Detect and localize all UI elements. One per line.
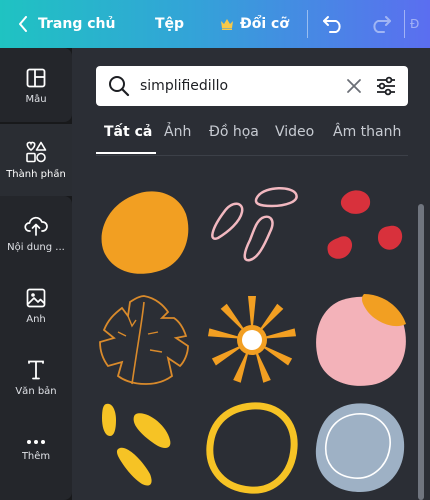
tab-audio[interactable]: Âm thanh: [333, 124, 401, 140]
graphic-pink-squiggles[interactable]: [204, 184, 300, 280]
search-bar: simplifiedillo: [96, 66, 408, 106]
pink-blob-shape: [316, 294, 406, 386]
orange-blob-shape: [101, 191, 189, 274]
undo-button[interactable]: [322, 0, 344, 48]
graphic-yellow-dashes[interactable]: [96, 400, 192, 496]
sidebar-item-text[interactable]: Văn bản: [0, 342, 72, 414]
tab-videos[interactable]: Video: [275, 124, 314, 140]
sidebar-item-more[interactable]: Thêm: [0, 414, 72, 486]
graphic-yellow-ring[interactable]: [204, 400, 300, 496]
pink-squiggles-shape: [211, 187, 298, 262]
sidebar-item-label: Thêm: [21, 450, 51, 462]
sidebar-item-photos[interactable]: Ảnh: [0, 270, 72, 342]
sidebar-item-label: Thành phần: [6, 168, 66, 180]
redo-button[interactable]: [370, 0, 392, 48]
graphic-monstera-leaf[interactable]: [96, 292, 192, 388]
graphic-red-dots[interactable]: [312, 184, 408, 280]
sidebar-item-label: Nội dung ...: [7, 241, 65, 253]
tab-graphics[interactable]: Đồ họa: [209, 124, 259, 140]
file-menu-button[interactable]: Tệp: [155, 0, 184, 48]
blue-grey-blob-shape: [315, 403, 405, 492]
search-icon: [109, 76, 130, 97]
tab-all[interactable]: Tất cả: [104, 124, 152, 140]
graphic-blue-grey-blob[interactable]: [312, 400, 408, 496]
graphic-orange-flower[interactable]: [204, 292, 300, 388]
upload-icon: [24, 216, 48, 236]
active-tab-indicator: [96, 152, 156, 154]
sidebar-item-label: Ảnh: [26, 313, 46, 325]
sidebar-item-label: Văn bản: [15, 385, 57, 397]
graphic-pink-blob[interactable]: [312, 292, 408, 388]
red-dots-shape: [327, 190, 403, 259]
filter-icon[interactable]: [376, 76, 396, 96]
topbar-divider: [404, 10, 405, 38]
yellow-ring-shape: [206, 402, 298, 494]
graphics-grid: [96, 184, 408, 500]
chevron-left-icon: [19, 16, 27, 32]
truncated-menu-button[interactable]: Đ: [410, 0, 419, 48]
tabs-divider: [96, 155, 408, 156]
resize-button[interactable]: Đổi cỡ: [220, 0, 289, 48]
sidebar: Mẫu Thành phần Nội dung ... Ảnh Văn bản: [0, 48, 72, 500]
sidebar-item-uploads[interactable]: Nội dung ...: [0, 198, 72, 270]
home-label: Trang chủ: [38, 16, 116, 32]
top-bar: Trang chủ Tệp Đổi cỡ Đ: [0, 0, 430, 48]
close-icon[interactable]: [346, 78, 362, 94]
sidebar-item-label: Mẫu: [25, 93, 47, 105]
undo-icon: [323, 16, 341, 33]
crown-icon: [221, 19, 233, 30]
tab-photos[interactable]: Ảnh: [164, 124, 191, 140]
sidebar-item-templates[interactable]: Mẫu: [0, 50, 72, 122]
scrollbar[interactable]: [418, 204, 424, 500]
graphic-orange-blob[interactable]: [96, 184, 192, 280]
orange-flower-shape: [207, 296, 297, 383]
category-tabs: Tất cả Ảnh Đồ họa Video Âm thanh: [96, 120, 430, 156]
resize-label: Đổi cỡ: [240, 16, 289, 32]
elements-panel: simplifiedillo Tất cả Ảnh Đồ họa Video Â…: [72, 48, 430, 500]
sidebar-item-elements[interactable]: Thành phần: [0, 124, 72, 196]
file-label: Tệp: [155, 16, 185, 32]
home-button[interactable]: Trang chủ: [18, 0, 115, 48]
layout-icon: [26, 68, 46, 87]
more-icon: [27, 439, 45, 444]
elements-icon: [26, 141, 47, 162]
yellow-dashes-shape: [102, 403, 171, 486]
text-icon: [28, 360, 44, 379]
topbar-divider: [307, 10, 308, 38]
redo-icon: [373, 16, 391, 33]
truncated-menu-label: Đ: [410, 17, 420, 31]
monstera-leaf-shape: [99, 295, 189, 385]
search-input[interactable]: simplifiedillo: [140, 66, 228, 106]
photo-icon: [26, 288, 46, 307]
